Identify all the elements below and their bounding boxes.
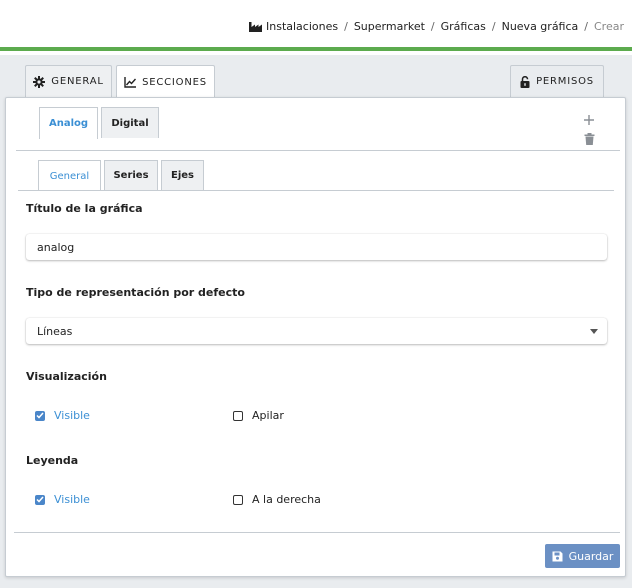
- checkbox-unchecked-icon: [233, 494, 243, 505]
- breadcrumb-separator: /: [344, 20, 348, 33]
- visualization-visible-label: Visible: [54, 409, 90, 422]
- save-button[interactable]: Guardar: [545, 544, 620, 568]
- chart-type-select[interactable]: Líneas: [26, 318, 607, 344]
- checkbox-unchecked-icon: [233, 410, 243, 421]
- tab-secciones-label: SECCIONES: [142, 76, 207, 88]
- breadcrumb-separator: /: [584, 20, 588, 33]
- factory-icon: [249, 22, 262, 32]
- save-icon: [552, 551, 563, 561]
- tab-ejes[interactable]: Ejes: [161, 160, 204, 190]
- legend-right-label: A la derecha: [252, 493, 321, 506]
- breadcrumb-current: Crear: [594, 20, 624, 33]
- add-section-icon[interactable]: [583, 114, 595, 126]
- section-tab-digital[interactable]: Digital: [101, 107, 159, 138]
- section-tabs-divider: [16, 150, 620, 151]
- breadcrumb-separator: /: [430, 20, 435, 33]
- visualization-label: Visualización: [26, 370, 107, 383]
- trash-icon[interactable]: [584, 133, 595, 145]
- breadcrumb-item-supermarket[interactable]: Supermarket: [354, 20, 425, 33]
- tab-general-label: GENERAL: [51, 76, 104, 87]
- breadcrumb-item-graficas[interactable]: Gráficas: [441, 20, 486, 33]
- legend-right-checkbox[interactable]: A la derecha: [233, 493, 321, 506]
- checkbox-checked-icon: [35, 410, 45, 421]
- gear-icon: [33, 75, 46, 88]
- inner-tabs-divider: [18, 190, 614, 191]
- tab-secciones[interactable]: SECCIONES: [116, 65, 215, 98]
- breadcrumb-item-instalaciones[interactable]: Instalaciones: [266, 20, 338, 33]
- chart-type-label: Tipo de representación por defecto: [26, 286, 245, 299]
- breadcrumb: Instalaciones / Supermarket / Gráficas /…: [249, 20, 624, 33]
- visualization-stack-label: Apilar: [252, 409, 284, 422]
- checkbox-checked-icon: [35, 494, 45, 505]
- section-tab-analog[interactable]: Analog: [39, 107, 98, 139]
- tab-permisos-label: PERMISOS: [536, 76, 594, 87]
- tab-general[interactable]: GENERAL: [25, 65, 112, 97]
- top-bar: Instalaciones / Supermarket / Gráficas /…: [0, 0, 632, 51]
- footer-divider: [14, 532, 620, 533]
- chart-title-label: Título de la gráfica: [26, 202, 143, 215]
- breadcrumb-separator: /: [491, 20, 496, 33]
- unlock-icon: [520, 75, 530, 88]
- tab-general-settings[interactable]: General: [38, 160, 101, 191]
- legend-visible-label: Visible: [54, 493, 90, 506]
- save-button-label: Guardar: [568, 549, 614, 563]
- legend-visible-checkbox[interactable]: Visible: [35, 493, 90, 506]
- visualization-stack-checkbox[interactable]: Apilar: [233, 409, 284, 422]
- sections-card: Analog Digital General Series Ejes Títul…: [5, 97, 626, 577]
- tab-series[interactable]: Series: [104, 160, 158, 190]
- caret-down-icon: [590, 329, 598, 334]
- visualization-visible-checkbox[interactable]: Visible: [35, 409, 90, 422]
- chart-type-value: Líneas: [37, 324, 73, 338]
- page-content: GENERAL SECCIONES PERMISOS Analog Digita…: [0, 55, 632, 588]
- breadcrumb-item-nueva-grafica[interactable]: Nueva gráfica: [502, 20, 579, 33]
- chart-title-input[interactable]: analog: [26, 234, 607, 260]
- line-chart-icon: [124, 76, 137, 88]
- legend-label: Leyenda: [26, 454, 79, 467]
- tab-permisos[interactable]: PERMISOS: [510, 65, 604, 97]
